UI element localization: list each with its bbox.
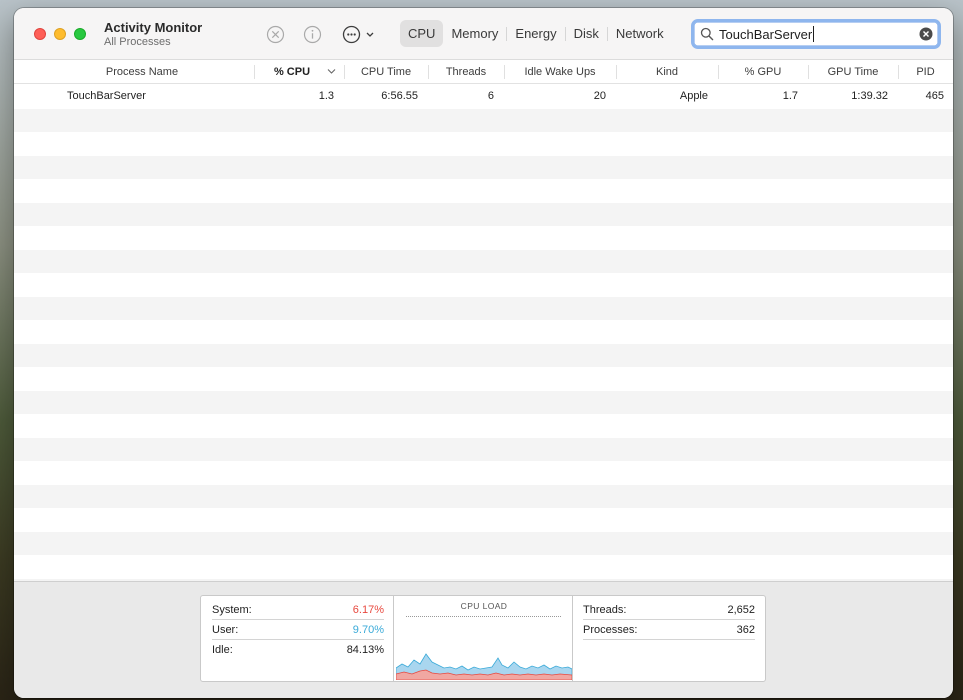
empty-table-row xyxy=(14,155,953,179)
threads-label: Threads: xyxy=(583,604,627,616)
threads-value: 2,652 xyxy=(727,604,755,616)
x-circle-icon xyxy=(266,25,284,43)
idle-value: 84.13% xyxy=(346,644,384,656)
empty-table-row xyxy=(14,249,953,273)
column-kind[interactable]: Kind xyxy=(616,60,718,84)
inspect-process-button[interactable] xyxy=(302,24,322,44)
tab-disk[interactable]: Disk xyxy=(566,20,607,47)
idle-wake-ups-cell: 20 xyxy=(593,90,606,102)
system-label: System: xyxy=(212,604,252,616)
empty-table-row xyxy=(14,531,953,555)
kind-cell: Apple xyxy=(679,90,708,102)
column-process-name[interactable]: Process Name xyxy=(14,60,270,84)
empty-table-row xyxy=(14,202,953,226)
empty-table-row xyxy=(14,367,953,391)
empty-table-row xyxy=(14,179,953,203)
process-table: TouchBarServer 1.3 6:56.55 6 20 Apple 1.… xyxy=(14,85,953,581)
processes-value: 362 xyxy=(736,624,755,636)
ellipsis-circle-icon xyxy=(342,25,374,43)
threads-cell: 6 xyxy=(487,90,494,102)
empty-table-row xyxy=(14,390,953,414)
idle-stat: Idle: 84.13% xyxy=(212,640,384,660)
tab-cpu[interactable]: CPU xyxy=(400,20,444,47)
cpu-load-graph: CPU LOAD xyxy=(393,596,573,681)
view-tabs: CPU Memory Energy Disk Network xyxy=(400,20,676,47)
column-cpu-time[interactable]: CPU Time xyxy=(344,60,428,84)
gpu-percent-cell: 1.7 xyxy=(782,90,798,102)
app-subtitle: All Processes xyxy=(104,36,171,48)
process-name-cell: TouchBarServer xyxy=(67,90,146,102)
pid-cell: 465 xyxy=(925,90,944,102)
activity-monitor-window: Activity Monitor All Processes CPU Memor… xyxy=(14,8,953,698)
column-gpu-time[interactable]: GPU Time xyxy=(808,60,898,84)
empty-table-row xyxy=(14,343,953,367)
empty-table-row xyxy=(14,484,953,508)
empty-table-row xyxy=(14,296,953,320)
app-title: Activity Monitor xyxy=(104,20,203,35)
empty-table-row xyxy=(14,437,953,461)
info-circle-icon xyxy=(303,25,321,43)
idle-label: Idle: xyxy=(212,644,233,656)
empty-table-row xyxy=(14,555,953,579)
empty-table-row xyxy=(14,414,953,438)
empty-table-row xyxy=(14,461,953,485)
magnifier-icon xyxy=(700,27,714,41)
table-header: Process Name % CPU CPU Time Threads Idle… xyxy=(14,60,953,84)
empty-table-row xyxy=(14,273,953,297)
tab-network[interactable]: Network xyxy=(608,20,672,47)
system-value: 6.17% xyxy=(352,604,384,616)
table-row[interactable]: TouchBarServer 1.3 6:56.55 6 20 Apple 1.… xyxy=(14,85,953,109)
processes-stat: Processes: 362 xyxy=(583,620,755,640)
more-actions-button[interactable] xyxy=(342,24,380,44)
empty-table-row xyxy=(14,132,953,156)
x-circle-filled-icon[interactable] xyxy=(919,27,933,41)
column-gpu-percent[interactable]: % GPU xyxy=(718,60,808,84)
user-label: User: xyxy=(212,624,239,636)
empty-table-row xyxy=(14,226,953,250)
graph-gridline xyxy=(406,616,561,617)
search-field[interactable] xyxy=(691,19,941,49)
system-stat: System: 6.17% xyxy=(212,600,384,620)
text-caret xyxy=(813,26,814,42)
column-threads[interactable]: Threads xyxy=(428,60,504,84)
cpu-percent-cell: 1.3 xyxy=(318,90,334,102)
empty-table-row xyxy=(14,108,953,132)
processes-label: Processes: xyxy=(583,624,638,636)
gpu-time-cell: 1:39.32 xyxy=(851,90,888,102)
window-zoom-button[interactable] xyxy=(74,28,86,40)
toolbar: Activity Monitor All Processes CPU Memor… xyxy=(14,8,953,60)
stop-process-button[interactable] xyxy=(265,24,285,44)
column-pid[interactable]: PID xyxy=(898,60,953,84)
user-value: 9.70% xyxy=(352,624,384,636)
column-cpu-percent[interactable]: % CPU xyxy=(254,60,330,84)
tab-memory[interactable]: Memory xyxy=(443,20,506,47)
threads-stat: Threads: 2,652 xyxy=(583,600,755,620)
graph-title: CPU LOAD xyxy=(460,601,508,611)
cpu-summary-footer: System: 6.17% User: 9.70% Idle: 84.13% C… xyxy=(14,581,953,698)
search-input[interactable] xyxy=(719,25,914,43)
cpu-load-chart xyxy=(396,653,572,680)
user-stat: User: 9.70% xyxy=(212,620,384,640)
window-minimize-button[interactable] xyxy=(54,28,66,40)
tab-energy[interactable]: Energy xyxy=(507,20,564,47)
empty-table-row xyxy=(14,508,953,532)
column-idle-wake-ups[interactable]: Idle Wake Ups xyxy=(504,60,616,84)
cpu-stats-box: System: 6.17% User: 9.70% Idle: 84.13% C… xyxy=(200,595,766,682)
empty-table-row xyxy=(14,320,953,344)
cpu-time-cell: 6:56.55 xyxy=(381,90,418,102)
window-close-button[interactable] xyxy=(34,28,46,40)
sort-descending-icon[interactable] xyxy=(327,68,336,75)
